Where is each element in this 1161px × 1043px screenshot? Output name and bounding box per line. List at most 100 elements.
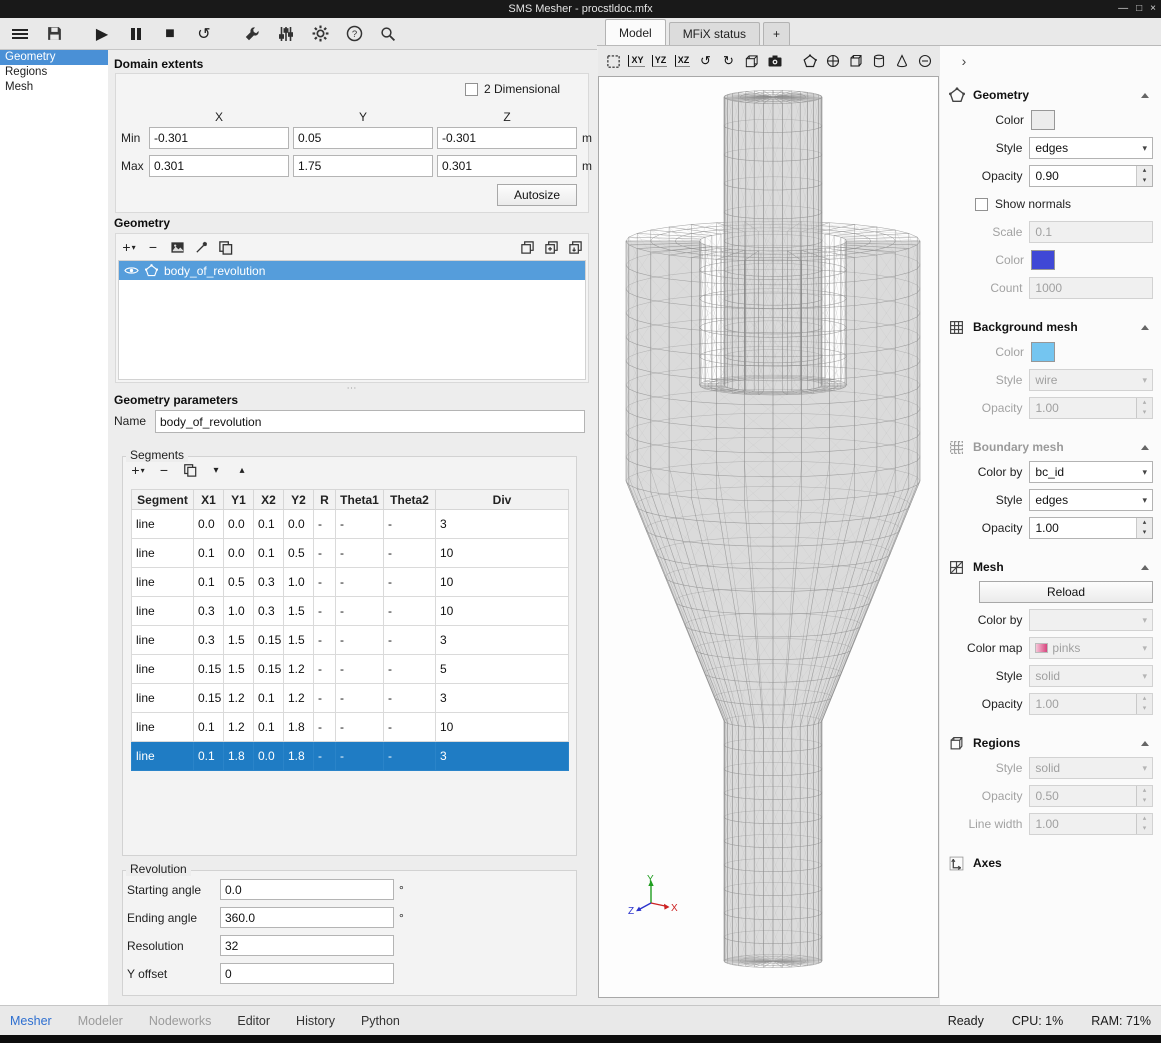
min-z-input[interactable]	[437, 127, 577, 149]
toggle-normals-button[interactable]	[915, 51, 934, 71]
segments-cell[interactable]: 0.0	[224, 539, 254, 568]
spin-down-icon[interactable]: ▾	[1137, 176, 1152, 186]
segments-cell[interactable]: 1.8	[284, 742, 314, 771]
geometry-style-combo[interactable]: edges▾	[1029, 137, 1153, 159]
segments-cell[interactable]: -	[384, 597, 436, 626]
segments-copy-button[interactable]	[181, 461, 199, 479]
segments-add-button[interactable]: +▾	[129, 461, 147, 479]
close-button[interactable]: ×	[1150, 4, 1156, 14]
build-button[interactable]	[237, 21, 267, 47]
mesh-render[interactable]	[599, 77, 938, 997]
mode-nodeworks[interactable]: Nodeworks	[149, 1014, 212, 1028]
segments-cell[interactable]: 0.0	[194, 510, 224, 539]
min-y-input[interactable]	[293, 127, 433, 149]
nav-item-regions[interactable]: Regions	[0, 65, 108, 80]
segments-cell[interactable]: -	[384, 510, 436, 539]
collapse-panel-button[interactable]: ›	[954, 52, 974, 70]
segments-cell[interactable]: 0.5	[224, 568, 254, 597]
segments-cell[interactable]: -	[384, 626, 436, 655]
reset-button[interactable]: ↺	[189, 21, 219, 47]
segments-cell[interactable]: -	[314, 684, 336, 713]
copy-tree-button[interactable]	[518, 238, 536, 256]
pause-button[interactable]	[121, 21, 151, 47]
segments-cell[interactable]: -	[384, 539, 436, 568]
segments-cell[interactable]: 1.8	[224, 742, 254, 771]
segments-row[interactable]: line0.11.20.11.8---10	[132, 713, 569, 742]
toggle-geometry-button[interactable]	[800, 51, 819, 71]
segments-cell[interactable]: 0.1	[254, 510, 284, 539]
copy-geometry-settings-button[interactable]	[216, 238, 234, 256]
segments-cell[interactable]: line	[132, 713, 194, 742]
segments-cell[interactable]: 0.1	[194, 568, 224, 597]
segments-cell[interactable]: line	[132, 684, 194, 713]
mode-history[interactable]: History	[296, 1014, 335, 1028]
tab-mfix-status[interactable]: MFiX status	[669, 22, 760, 45]
max-x-input[interactable]	[149, 155, 289, 177]
segments-cell[interactable]: 0.15	[254, 655, 284, 684]
toggle-background-mesh-button[interactable]	[823, 51, 842, 71]
segments-cell[interactable]: 10	[436, 568, 569, 597]
toggle-mesh-button[interactable]	[869, 51, 888, 71]
segments-cell[interactable]: 1.5	[284, 626, 314, 655]
collapse-regions-icon[interactable]	[1141, 741, 1149, 746]
segments-cell[interactable]: 0.1	[194, 539, 224, 568]
render-viewport[interactable]: Y X Z	[598, 76, 939, 998]
segments-row[interactable]: line0.11.80.01.8---3	[132, 742, 569, 771]
segments-cell[interactable]: -	[336, 742, 384, 771]
run-button[interactable]: ▶	[87, 21, 117, 47]
collapse-geometry-icon[interactable]	[1141, 93, 1149, 98]
menu-button[interactable]	[5, 21, 35, 47]
segments-dropdown-button[interactable]: ▾	[207, 461, 225, 479]
max-y-input[interactable]	[293, 155, 433, 177]
stop-button[interactable]: ■	[155, 21, 185, 47]
search-button[interactable]	[373, 21, 403, 47]
segments-cell[interactable]: -	[314, 510, 336, 539]
parameters-button[interactable]	[271, 21, 301, 47]
collapse-mesh-icon[interactable]	[1141, 565, 1149, 570]
segments-cell[interactable]: 0.0	[224, 510, 254, 539]
segments-cell[interactable]: line	[132, 655, 194, 684]
y-offset-input[interactable]	[220, 963, 394, 984]
segments-cell[interactable]: -	[336, 597, 384, 626]
segments-row[interactable]: line0.00.00.10.0---3	[132, 510, 569, 539]
segments-row[interactable]: line0.10.00.10.5---10	[132, 539, 569, 568]
background-mesh-color-swatch[interactable]	[1031, 342, 1055, 362]
geometry-tree-item[interactable]: body_of_revolution	[119, 261, 585, 280]
nav-item-geometry[interactable]: Geometry	[0, 50, 108, 65]
geometry-opacity-spinbox[interactable]: 0.90▴▾	[1029, 165, 1153, 187]
reload-mesh-button[interactable]: Reload	[979, 581, 1153, 603]
segments-cell[interactable]: -	[314, 597, 336, 626]
ending-angle-input[interactable]	[220, 907, 394, 928]
segments-cell[interactable]: 1.2	[224, 684, 254, 713]
segments-cell[interactable]: 1.0	[284, 568, 314, 597]
geometry-image-button[interactable]	[168, 238, 186, 256]
segments-cell[interactable]: 1.5	[224, 655, 254, 684]
segments-moveup-button[interactable]: ▴	[233, 461, 251, 479]
boundary-mesh-style-combo[interactable]: edges▾	[1029, 489, 1153, 511]
autosize-button[interactable]: Autosize	[497, 184, 577, 206]
normals-color-swatch[interactable]	[1031, 250, 1055, 270]
screenshot-button[interactable]	[765, 51, 784, 71]
segments-cell[interactable]: -	[336, 684, 384, 713]
maximize-button[interactable]: □	[1136, 4, 1142, 14]
segments-cell[interactable]: 1.2	[284, 684, 314, 713]
segments-cell[interactable]: 0.3	[194, 597, 224, 626]
segments-cell[interactable]: 10	[436, 713, 569, 742]
segments-cell[interactable]: 1.5	[284, 597, 314, 626]
two-dimensional-checkbox[interactable]	[465, 83, 478, 96]
segments-cell[interactable]: 0.15	[254, 626, 284, 655]
segments-cell[interactable]: -	[336, 568, 384, 597]
segments-row[interactable]: line0.151.50.151.2---5	[132, 655, 569, 684]
geometry-color-swatch[interactable]	[1031, 110, 1055, 130]
eye-icon[interactable]	[124, 265, 139, 276]
segments-cell[interactable]: -	[336, 713, 384, 742]
segments-cell[interactable]: -	[314, 568, 336, 597]
geometry-name-input[interactable]	[155, 410, 585, 433]
segments-cell[interactable]: 3	[436, 626, 569, 655]
segments-cell[interactable]: 0.1	[194, 713, 224, 742]
segments-row[interactable]: line0.151.20.11.2---3	[132, 684, 569, 713]
spin-down-icon[interactable]: ▾	[1137, 528, 1152, 538]
segments-cell[interactable]: 0.1	[254, 713, 284, 742]
segments-cell[interactable]: line	[132, 626, 194, 655]
segments-cell[interactable]: 10	[436, 597, 569, 626]
